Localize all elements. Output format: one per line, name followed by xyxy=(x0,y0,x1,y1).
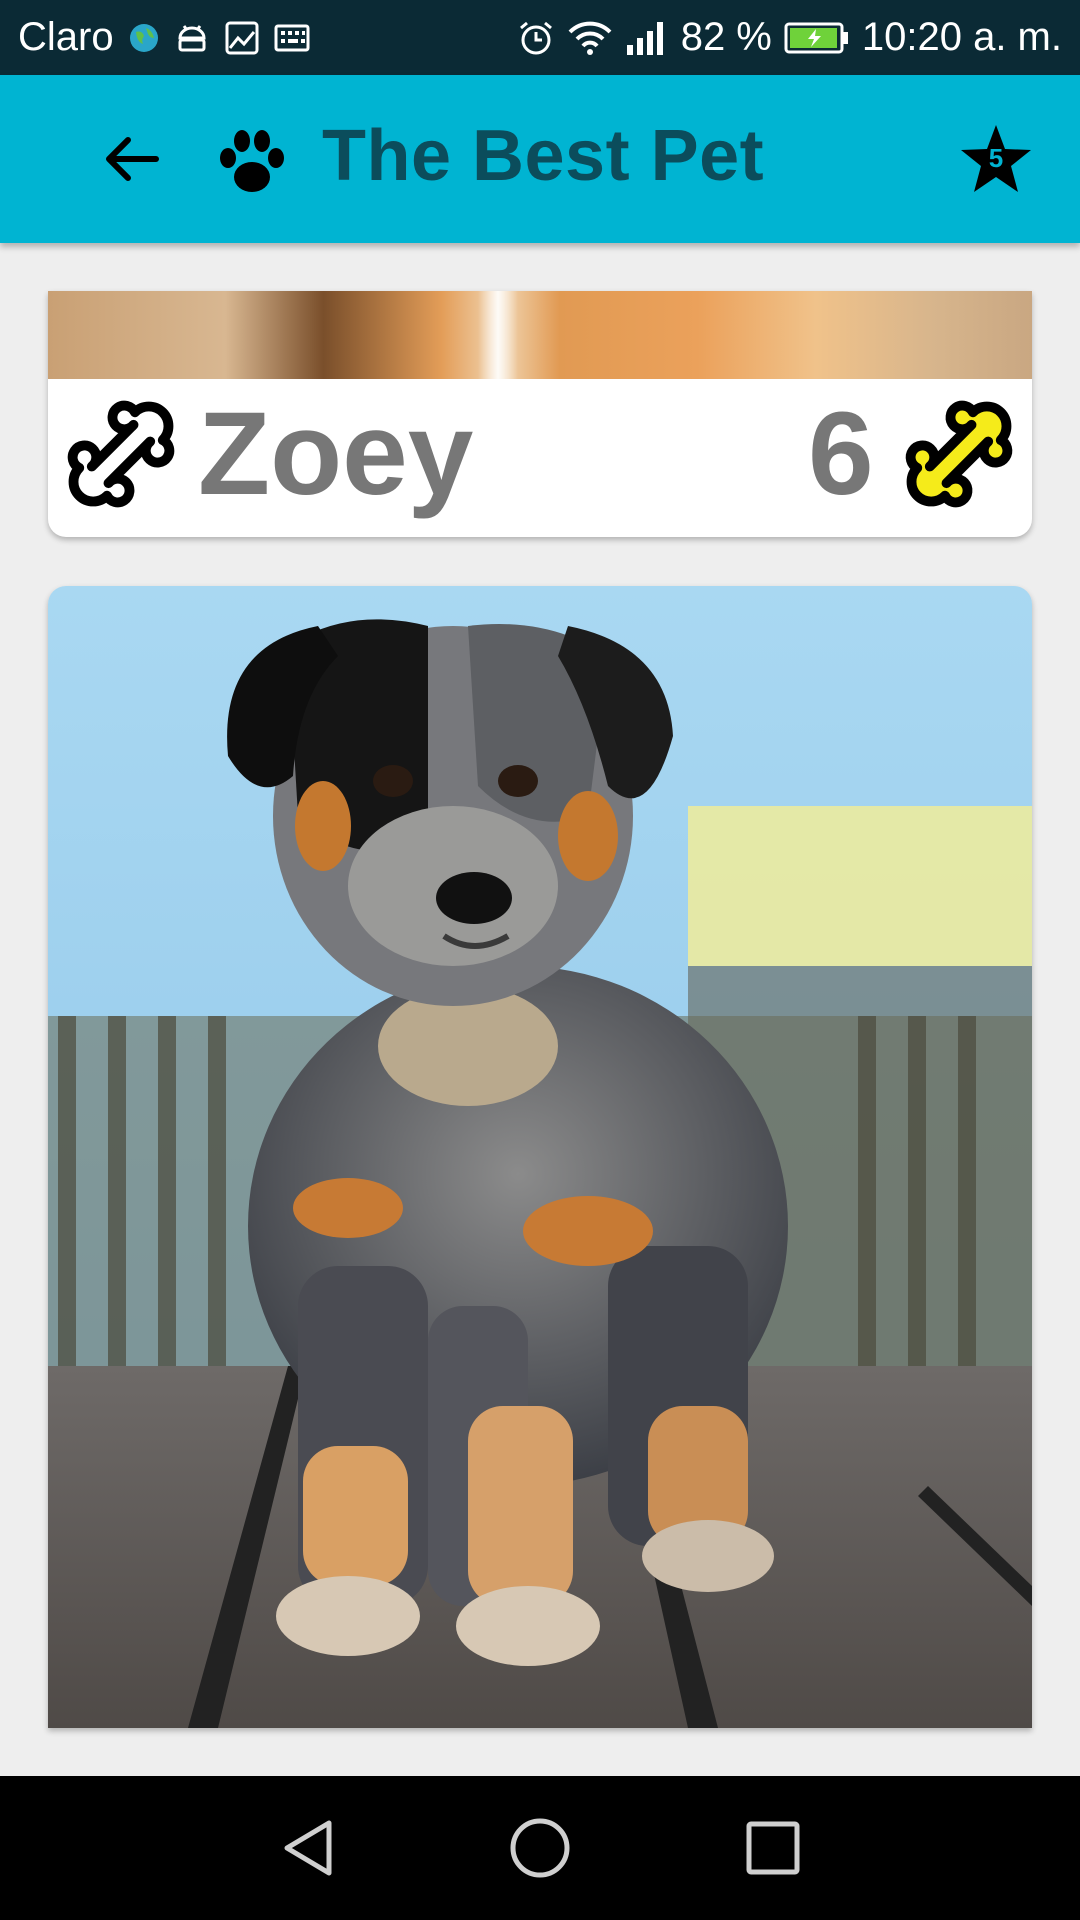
app-bar: The Best Pet 5 xyxy=(0,75,1080,243)
pet-name: Zoey xyxy=(198,388,474,520)
nav-back-button[interactable] xyxy=(257,1798,357,1898)
signal-icon xyxy=(625,19,669,57)
status-bar-right: 82 % 10:20 a. m. xyxy=(517,15,1062,60)
pet-photo-card[interactable] xyxy=(48,586,1032,1728)
pet-card[interactable]: Zoey 6 xyxy=(48,291,1032,537)
status-bar: Claro 82 % 10:20 a. m. xyxy=(0,0,1080,75)
paw-icon xyxy=(220,130,284,192)
app-title: The Best Pet xyxy=(322,116,765,196)
keyboard-icon xyxy=(274,24,310,52)
pet-photo-thumbnail xyxy=(48,291,1032,379)
back-button[interactable] xyxy=(94,125,170,193)
android-icon xyxy=(174,20,210,56)
battery-percent: 82 % xyxy=(680,15,772,59)
recents-square-icon xyxy=(746,1821,800,1875)
bone-outline-icon xyxy=(67,400,175,508)
navigation-bar xyxy=(0,1776,1080,1920)
back-triangle-icon xyxy=(284,1820,332,1876)
globe-icon xyxy=(128,22,160,54)
status-bar-left: Claro xyxy=(18,15,310,60)
puppy-photo xyxy=(48,586,1032,1728)
nav-recents-button[interactable] xyxy=(723,1798,823,1898)
battery-charging-icon xyxy=(784,22,850,54)
alarm-icon xyxy=(517,19,555,57)
image-icon xyxy=(224,20,260,56)
home-circle-icon xyxy=(510,1818,570,1878)
clock: 10:20 a. m. xyxy=(861,15,1062,59)
carrier-label: Claro xyxy=(18,15,114,59)
favorites-button[interactable]: 5 xyxy=(958,121,1034,197)
pet-likes-count: 6 xyxy=(808,388,874,520)
favorites-count: 5 xyxy=(988,143,1004,173)
arrow-left-icon xyxy=(106,137,159,181)
wifi-icon xyxy=(567,20,613,56)
nav-home-button[interactable] xyxy=(490,1798,590,1898)
bone-yellow-icon[interactable] xyxy=(900,395,1018,513)
